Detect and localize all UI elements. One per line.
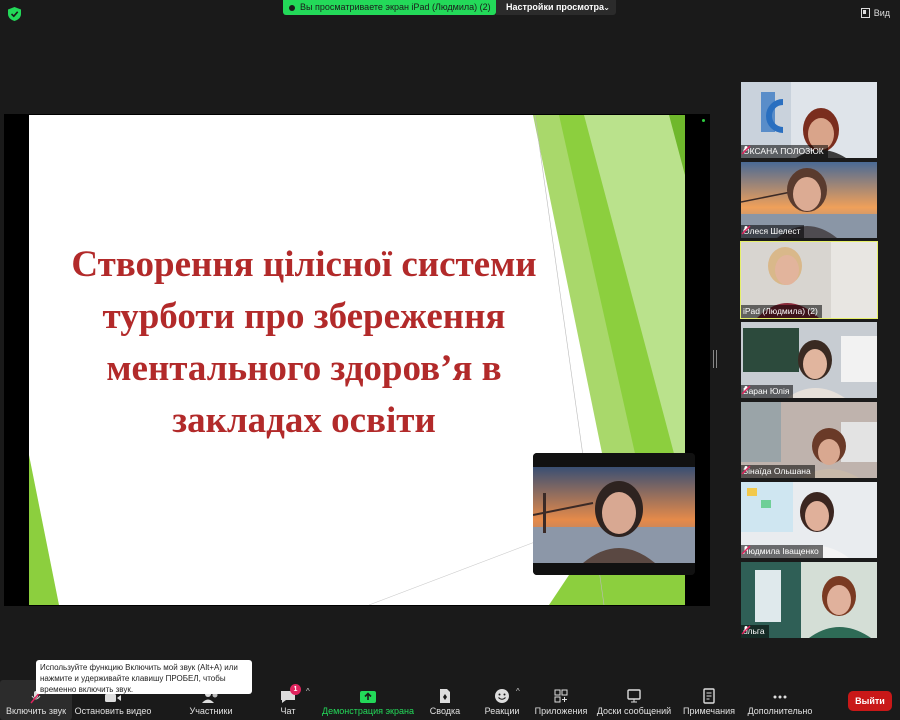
share-screen-icon xyxy=(360,691,376,703)
notes-button[interactable]: Примечания xyxy=(680,680,738,720)
participant-name: ОКСАНА ПОЛОЗЮК xyxy=(743,146,824,156)
more-button[interactable]: Дополнительно xyxy=(744,680,816,720)
participant-tile[interactable]: ОКСАНА ПОЛОЗЮК xyxy=(741,82,877,158)
chat-options-caret-icon[interactable]: ^ xyxy=(306,687,310,696)
leave-meeting-button[interactable]: Выйти xyxy=(848,691,892,711)
participant-name-tag: ольга xyxy=(741,625,769,638)
notes-label: Примечания xyxy=(683,706,735,716)
whiteboard-icon xyxy=(627,689,641,703)
summary-label: Сводка xyxy=(429,706,461,716)
participant-name-tag: Баран Юлія xyxy=(741,385,794,398)
participant-name-tag: Людмила Іващенко xyxy=(741,545,823,558)
participant-tile-active-speaker[interactable]: iPad (Людмила) (2) xyxy=(740,241,878,319)
reactions-label: Реакции xyxy=(484,706,520,716)
share-screen-button[interactable]: Демонстрация экрана xyxy=(322,680,414,720)
participant-name: Олеся Шелест xyxy=(743,226,801,236)
participants-label: Участники xyxy=(189,706,233,716)
view-options-dropdown[interactable]: Настройки просмотра ⌄ xyxy=(496,0,616,15)
whiteboards-button[interactable]: Доски сообщений xyxy=(596,680,672,720)
stop-video-label: Остановить видео xyxy=(74,706,152,716)
mic-muted-icon xyxy=(741,625,751,635)
summary-button[interactable]: Сводка xyxy=(424,680,466,720)
notes-icon xyxy=(703,688,715,704)
grid-view-icon xyxy=(860,8,870,18)
participant-name: Зінаїда Ольшана xyxy=(743,466,811,476)
unmute-tooltip: Используйте функцию Включить мой звук (A… xyxy=(36,660,252,694)
mic-muted-icon xyxy=(741,465,751,475)
participant-name-tag: Зінаїда Ольшана xyxy=(741,465,815,478)
unmute-label: Включить звук xyxy=(5,706,67,716)
apps-icon xyxy=(554,689,568,703)
participant-tile[interactable]: Баран Юлія xyxy=(741,322,877,398)
participant-name: Людмила Іващенко xyxy=(743,546,819,556)
chevron-down-icon: ⌄ xyxy=(603,3,610,12)
share-status-text: Вы просматриваете экран iPad (Людмила) (… xyxy=(300,2,491,12)
whiteboards-label: Доски сообщений xyxy=(596,706,672,716)
participant-name-tag: ОКСАНА ПОЛОЗЮК xyxy=(741,145,828,158)
participant-tile[interactable]: ольга xyxy=(741,562,877,638)
smiley-icon xyxy=(495,689,509,703)
more-label: Дополнительно xyxy=(747,706,813,716)
view-button-label: Вид xyxy=(873,8,890,18)
security-shield-icon[interactable] xyxy=(8,7,21,21)
share-indicator-icon xyxy=(289,4,295,11)
reactions-options-caret-icon[interactable]: ^ xyxy=(516,687,520,696)
participant-tile[interactable]: Олеся Шелест xyxy=(741,162,877,238)
share-screen-label: Демонстрация экрана xyxy=(322,706,414,716)
view-button[interactable]: Вид xyxy=(860,8,890,18)
apps-button[interactable]: Приложения xyxy=(532,680,590,720)
participant-name-tag: Олеся Шелест xyxy=(741,225,805,238)
summary-document-icon xyxy=(440,689,450,703)
mic-muted-icon xyxy=(741,385,751,395)
slide-title: Створення цілісної системи турботи про з… xyxy=(71,244,537,441)
presenter-video-frame xyxy=(533,453,695,575)
panel-resize-handle[interactable] xyxy=(713,350,717,368)
mic-muted-icon xyxy=(741,145,751,155)
participant-name-tag: iPad (Людмила) (2) xyxy=(741,305,822,318)
chat-label: Чат xyxy=(280,706,296,716)
participant-tile[interactable]: Людмила Іващенко xyxy=(741,482,877,558)
mic-muted-icon xyxy=(741,225,751,235)
participant-name: iPad (Людмила) (2) xyxy=(743,306,818,316)
participant-tile[interactable]: Зінаїда Ольшана xyxy=(741,402,877,478)
more-dots-icon xyxy=(773,695,787,699)
presenter-video[interactable] xyxy=(533,453,695,575)
apps-label: Приложения xyxy=(534,706,588,716)
view-options-label: Настройки просмотра xyxy=(506,2,605,12)
status-dot xyxy=(702,119,705,122)
screen-share-status-banner: Вы просматриваете экран iPad (Людмила) (… xyxy=(283,0,496,15)
mic-muted-icon xyxy=(741,545,751,555)
chat-unread-badge: 1 xyxy=(290,684,301,695)
reactions-button[interactable]: Реакции xyxy=(482,680,522,720)
